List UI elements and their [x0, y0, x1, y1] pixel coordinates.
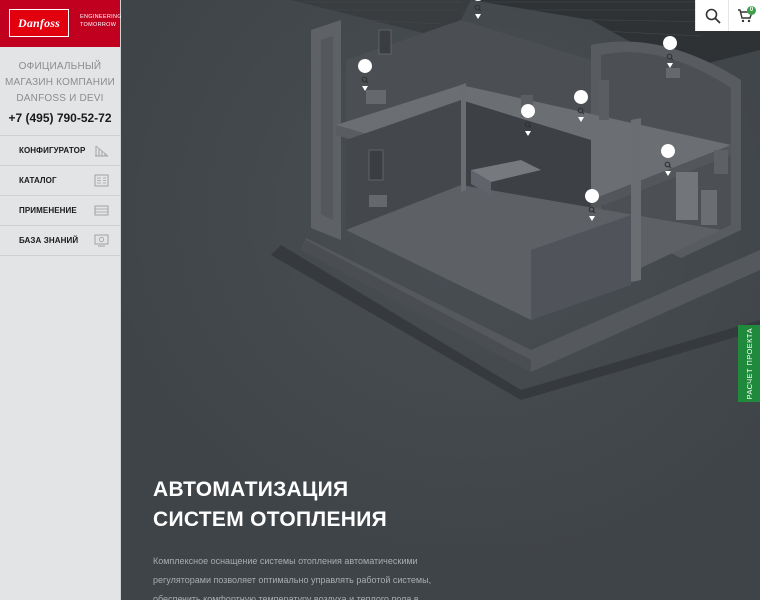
hero-text-line-3: обеспечить комфортную температуру воздух… — [153, 594, 419, 600]
sidebar-menu: КОНФИГУРАТОР КАТАЛОГ ПРИМЕНЕНИЕ БАЗА ЗНА… — [0, 135, 120, 256]
sidebar-item-catalog[interactable]: КАТАЛОГ — [0, 166, 120, 196]
sidebar-item-knowledge-base[interactable]: БАЗА ЗНАНИЙ — [0, 226, 120, 256]
hero-text-line-1: Комплексное оснащение системы отопления … — [153, 556, 418, 566]
hero-description: Комплексное оснащение системы отопления … — [153, 552, 453, 600]
shop-info-line-1: ОФИЦИАЛЬНЫЙ — [18, 61, 102, 72]
hero-section: АВТОМАТИЗАЦИЯ СИСТЕМ ОТОПЛЕНИЯ Комплексн… — [121, 0, 760, 600]
phone-number[interactable]: +7 (495) 790-52-72 — [0, 111, 120, 125]
hero-title-line-1: АВТОМАТИЗАЦИЯ — [153, 478, 349, 501]
application-icon — [94, 205, 109, 216]
tagline-line-1: ENGINEERING — [80, 14, 122, 20]
brand-tagline: ENGINEERING TOMORROW — [80, 13, 122, 29]
catalog-icon — [94, 174, 109, 187]
knowledge-icon — [94, 234, 109, 247]
tagline-line-2: TOMORROW — [80, 22, 117, 28]
sidebar-item-label: КАТАЛОГ — [19, 176, 57, 185]
sidebar-item-label: КОНФИГУРАТОР — [19, 146, 86, 155]
sidebar-item-label: БАЗА ЗНАНИЙ — [19, 236, 79, 245]
shop-info-line-3: DANFOSS И DEVI — [16, 93, 104, 104]
search-button[interactable] — [695, 0, 729, 31]
project-calculation-tab[interactable]: РАСЧЕТ ПРОЕКТА — [738, 325, 760, 402]
logo-bar[interactable]: Danfoss ENGINEERING TOMORROW — [0, 0, 122, 47]
cart-count-badge: 0 — [747, 6, 756, 15]
sidebar-item-label: ПРИМЕНЕНИЕ — [19, 206, 77, 215]
hero-text-line-2: регуляторами позволяет оптимально управл… — [153, 575, 432, 585]
shop-info: ОФИЦИАЛЬНЫЙ МАГАЗИН КОМПАНИИ DANFOSS И D… — [0, 47, 120, 107]
sidebar: Danfoss ENGINEERING TOMORROW ОФИЦИАЛЬНЫЙ… — [0, 0, 122, 600]
logo-text: Danfoss — [17, 15, 61, 30]
sidebar-item-configurator[interactable]: КОНФИГУРАТОР — [0, 136, 120, 166]
project-tab-label: РАСЧЕТ ПРОЕКТА — [744, 327, 754, 400]
hero-title: АВТОМАТИЗАЦИЯ СИСТЕМ ОТОПЛЕНИЯ — [153, 475, 387, 535]
search-icon — [705, 8, 721, 24]
sidebar-item-application[interactable]: ПРИМЕНЕНИЕ — [0, 196, 120, 226]
shop-info-line-2: МАГАЗИН КОМПАНИИ — [4, 77, 115, 88]
danfoss-logo[interactable]: Danfoss — [9, 9, 69, 37]
cart-button[interactable]: 0 — [728, 0, 760, 31]
hero-title-line-2: СИСТЕМ ОТОПЛЕНИЯ — [153, 508, 388, 531]
chart-icon — [95, 145, 109, 157]
